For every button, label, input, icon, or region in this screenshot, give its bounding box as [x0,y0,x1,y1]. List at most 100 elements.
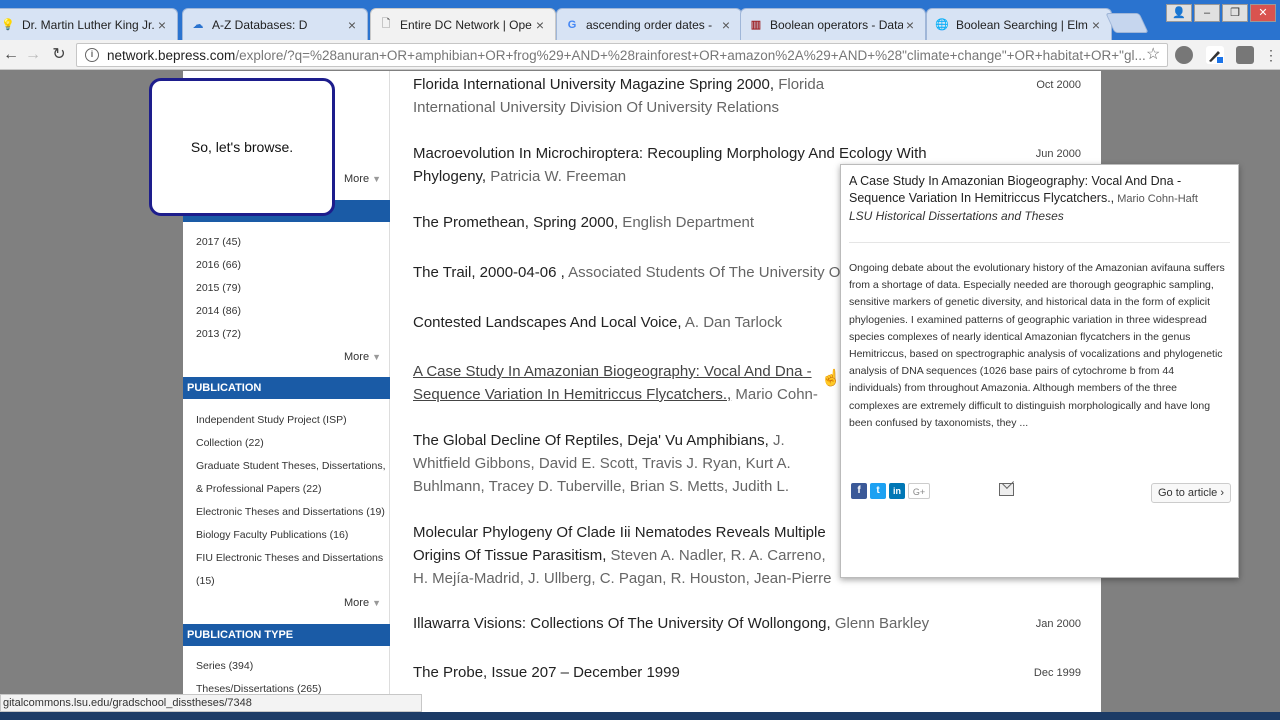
result-item[interactable]: Illawarra Visions: Collections Of The Un… [413,612,973,635]
tab-google-search[interactable]: G ascending order dates - × [556,8,742,40]
popover-publication: LSU Historical Dissertations and Theses [849,209,1064,223]
url-host: network.bepress.com [107,47,236,63]
year-facet-item[interactable]: 2016 (66) [196,254,241,277]
popover-abstract: Ongoing debate about the evolutionary hi… [849,262,1225,429]
publication-facet-item[interactable]: Collection (22) [196,432,264,455]
result-item[interactable]: The Global Decline Of Reptiles, Deja' Vu… [413,429,843,498]
tab-boolean-searching[interactable]: 🌐 Boolean Searching | Elm × [926,8,1112,40]
result-item[interactable]: The Promethean, Spring 2000, English Dep… [413,211,833,234]
tab-title: Entire DC Network | Ope [400,17,532,32]
google-icon: G [567,18,577,31]
close-icon[interactable]: × [533,17,547,33]
result-author: A. Dan Tarlock [681,314,783,331]
publication-facet-item[interactable]: Biology Faculty Publications (16) [196,524,348,547]
facebook-share-icon[interactable]: f [851,483,867,499]
year-facet-item[interactable]: 2017 (45) [196,231,241,254]
result-author: Glenn Barkley [830,615,930,632]
close-icon[interactable]: × [345,17,359,33]
extension-square-icon[interactable] [1236,46,1254,64]
year-facet-item[interactable]: 2014 (86) [196,300,241,323]
result-date: Jan 2000 [1035,618,1081,630]
close-icon[interactable]: × [155,17,169,33]
maximize-icon[interactable]: ❐ [1222,4,1248,22]
publication-facet-item[interactable]: FIU Electronic Theses and Dissertations [196,547,383,570]
close-icon[interactable]: × [903,17,917,33]
address-bar[interactable]: i network.bepress.com/explore/?q=%28anur… [76,43,1168,67]
result-title[interactable]: Contested Landscapes And Local Voice, [413,314,682,331]
menu-icon[interactable]: ⋮ [1262,46,1280,64]
caret-down-icon: ▼ [372,598,381,608]
info-icon[interactable]: i [85,48,99,62]
os-taskbar [0,712,1280,720]
result-title[interactable]: The Global Decline Of Reptiles, Deja' Vu… [413,432,769,449]
result-title[interactable]: Florida International University Magazin… [413,76,774,93]
result-title[interactable]: Illawarra Visions: Collections Of The Un… [413,615,831,632]
annotation-callout: So, let's browse. [149,78,335,216]
close-icon[interactable]: × [719,17,733,33]
chevron-right-icon: › [1220,487,1225,499]
result-author: Associated Students Of The University Of [564,264,843,281]
publication-facet-item[interactable]: & Professional Papers (22) [196,478,321,501]
reload-icon[interactable]: ↻ [48,44,70,66]
publication-facet-item[interactable]: Independent Study Project (ISP) [196,409,347,432]
minimize-icon[interactable]: – [1194,4,1220,22]
result-date: Jun 2000 [1035,148,1081,160]
caret-down-icon: ▼ [372,352,381,362]
google-plus-share-icon[interactable]: G+ [908,483,930,499]
status-bar-url: gitalcommons.lsu.edu/gradschool_dissthes… [0,694,422,712]
linkedin-share-icon[interactable]: in [889,483,905,499]
result-item-hovered[interactable]: A Case Study In Amazonian Biogeography: … [413,360,843,406]
result-item[interactable]: Florida International University Magazin… [413,73,853,119]
publication-type-facet-item[interactable]: Series (394) [196,655,253,678]
publication-facet-item[interactable]: (15) [196,570,215,593]
hand-cursor-icon: ☝ [821,370,841,387]
more-label: More [344,173,370,185]
twitter-share-icon[interactable]: t [870,483,886,499]
globe-icon: 🌐 [935,19,949,31]
more-label: More [344,351,370,363]
bookmark-star-icon[interactable]: ☆ [1146,44,1160,64]
result-item[interactable]: The Probe, Issue 207 – December 1999 [413,661,853,684]
extension-globe-icon[interactable] [1175,46,1193,64]
more-button-top[interactable]: More ▼ [344,173,381,185]
go-to-article-button[interactable]: Go to article › [1151,483,1231,503]
result-item[interactable]: Contested Landscapes And Local Voice, A.… [413,311,843,334]
year-facet-item[interactable]: 2013 (72) [196,323,241,346]
user-icon[interactable]: 👤 [1166,4,1192,22]
back-icon[interactable]: ← [0,44,22,66]
browser-toolbar: ← → ↻ i network.bepress.com/explore/?q=%… [0,40,1280,70]
lightbulb-icon: 💡 [1,19,15,31]
publication-facet-header: PUBLICATION [183,377,390,399]
extension-pen-icon[interactable] [1206,46,1224,64]
close-icon[interactable]: × [1089,17,1103,33]
close-window-icon[interactable]: ✕ [1250,4,1276,22]
document-icon: 🗋 [381,18,391,30]
result-author: English Department [618,214,755,231]
result-date: Oct 2000 [1036,79,1081,91]
more-button-years[interactable]: More ▼ [344,351,381,363]
forward-icon[interactable]: → [22,44,44,66]
tab-boolean-operators[interactable]: ▥ Boolean operators - Data × [740,8,926,40]
result-title[interactable]: The Probe, Issue 207 – December 1999 [413,664,680,681]
result-title[interactable]: The Trail, 2000-04-06 , [413,264,565,281]
result-date: Dec 1999 [1033,667,1081,679]
publication-facet-item[interactable]: Electronic Theses and Dissertations (19) [196,501,385,524]
tab-title: Dr. Martin Luther King Jr. [22,17,155,32]
tab-az-databases[interactable]: ☁ A-Z Databases: D × [182,8,368,40]
publication-type-facet-header: PUBLICATION TYPE [183,624,390,646]
caret-down-icon: ▼ [372,174,381,184]
tab-mlk[interactable]: 💡 Dr. Martin Luther King Jr. × [0,8,178,40]
tab-strip: 💡 Dr. Martin Luther King Jr. × ☁ A-Z Dat… [0,0,1280,40]
result-preview-popover: A Case Study In Amazonian Biogeography: … [840,164,1239,578]
popover-author: Mario Cohn-Haft [1114,193,1198,205]
result-title[interactable]: The Promethean, Spring 2000, [413,214,618,231]
publication-facet-item[interactable]: Graduate Student Theses, Dissertations, [196,455,386,478]
tab-title: A-Z Databases: D [212,17,308,32]
tab-dc-network[interactable]: 🗋 Entire DC Network | Ope × [370,8,556,40]
result-item[interactable]: Molecular Phylogeny Of Clade Iii Nematod… [413,521,843,590]
more-button-publications[interactable]: More ▼ [344,597,381,609]
url-path: /explore/?q=%28anuran+OR+amphibian+OR+fr… [235,47,1146,63]
email-share-icon[interactable] [999,483,1014,496]
year-facet-item[interactable]: 2015 (79) [196,277,241,300]
result-item[interactable]: The Trail, 2000-04-06 , Associated Stude… [413,261,843,284]
